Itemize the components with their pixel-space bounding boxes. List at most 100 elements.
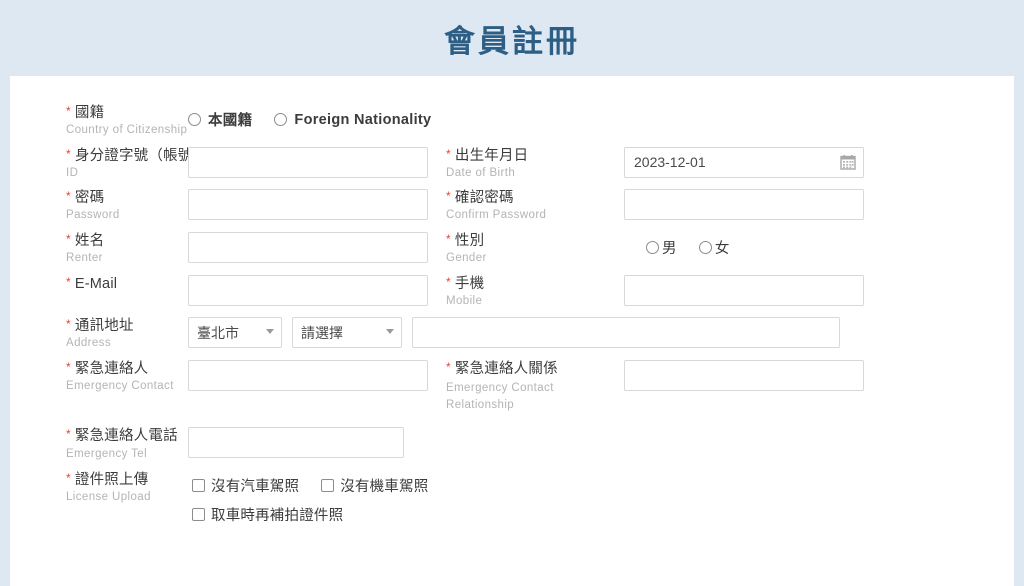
- field-emergency-tel: [188, 427, 404, 459]
- row-address: * 通訊地址 Address 臺北市 請選擇: [10, 317, 1014, 351]
- row-name-gender: * 姓名 Renter * 性別 Gender 男 女: [10, 232, 1014, 266]
- label-password-zh: 密碼: [74, 190, 105, 207]
- form-card: * 國籍 Country of Citizenship 本國籍 Foreign N…: [10, 76, 1014, 586]
- label-nationality: * 國籍 Country of Citizenship: [10, 104, 188, 138]
- required-asterisk: *: [446, 360, 451, 375]
- checkbox-square-icon: [192, 508, 205, 522]
- id-input[interactable]: [188, 146, 428, 178]
- label-address: * 通訊地址 Address: [10, 317, 188, 351]
- email-input[interactable]: [188, 274, 428, 306]
- registration-form: * 國籍 Country of Citizenship 本國籍 Foreign N…: [10, 76, 1014, 533]
- required-asterisk: *: [66, 360, 71, 375]
- radio-gender-male[interactable]: 男: [646, 237, 677, 258]
- label-address-en: Address: [66, 337, 111, 350]
- address-district-select[interactable]: 請選擇: [292, 317, 402, 349]
- radio-local-nationality[interactable]: 本國籍: [188, 109, 252, 130]
- emergency-tel-input[interactable]: [188, 427, 404, 459]
- required-asterisk: *: [66, 317, 71, 332]
- address-district-select-wrap: 請選擇: [292, 317, 402, 349]
- radio-gender-female[interactable]: 女: [698, 237, 730, 258]
- field-name: [188, 232, 428, 264]
- row-emergency-tel: * 緊急連絡人電話 Emergency Tel: [10, 427, 1014, 461]
- label-emergency-relationship: * 緊急連絡人關係 Emergency Contact Relationship: [446, 360, 616, 413]
- label-emergency-tel: * 緊急連絡人電話 Emergency Tel: [10, 427, 188, 461]
- gender-radio-group: 男 女: [646, 232, 730, 258]
- label-email: * E-Mail: [10, 275, 188, 293]
- license-checkbox-group: 沒有汽車駕照 沒有機車駕照 取車時再補拍證件照: [192, 471, 450, 533]
- label-emergency-contact-en: Emergency Contact: [66, 380, 174, 393]
- radio-circle-icon: [698, 241, 712, 255]
- address-city-select[interactable]: 臺北市: [188, 317, 282, 349]
- license-checkbox-line-1: 沒有汽車駕照 沒有機車駕照: [192, 475, 450, 496]
- label-emergency-tel-en: Emergency Tel: [66, 447, 148, 460]
- required-asterisk: *: [66, 471, 71, 486]
- row-password: * 密碼 Password * 確認密碼 Confirm Password: [10, 189, 1014, 223]
- date-of-birth-input[interactable]: [624, 146, 864, 178]
- label-birth: * 出生年月日 Date of Birth: [446, 147, 624, 181]
- row-id-birth: * 身分證字號（帳號） ID * 出生年月日 Date of Birth: [10, 146, 1014, 181]
- label-emergency-relationship-zh: 緊急連絡人關係: [454, 361, 558, 378]
- label-password: * 密碼 Password: [10, 189, 188, 223]
- label-address-zh: 通訊地址: [74, 318, 134, 335]
- row-emergency-contact: * 緊急連絡人 Emergency Contact * 緊急連絡人關係 Emerge…: [10, 360, 1014, 413]
- label-emergency-tel-zh: 緊急連絡人電話: [74, 428, 178, 445]
- license-checkbox-line-2: 取車時再補拍證件照: [192, 504, 450, 525]
- checkbox-no-car-license[interactable]: 沒有汽車駕照: [192, 475, 299, 496]
- page-header: 會員註冊: [0, 0, 1024, 76]
- required-asterisk: *: [66, 189, 71, 204]
- field-emergency-relationship: [624, 360, 864, 392]
- label-name-en: Renter: [66, 252, 103, 265]
- label-gender-en: Gender: [446, 252, 487, 265]
- checkbox-square-icon: [321, 479, 335, 493]
- field-emergency-contact: [188, 360, 428, 392]
- required-asterisk: *: [66, 427, 71, 442]
- label-confirm-password-zh: 確認密碼: [454, 190, 514, 207]
- field-birth: [624, 146, 864, 178]
- emergency-contact-input[interactable]: [188, 360, 428, 392]
- radio-gender-female-label: 女: [714, 241, 730, 258]
- checkbox-no-motorcycle-license[interactable]: 沒有機車駕照: [321, 475, 428, 496]
- label-confirm-password: * 確認密碼 Confirm Password: [446, 189, 624, 223]
- checkbox-photo-at-pickup[interactable]: 取車時再補拍證件照: [192, 504, 343, 525]
- radio-circle-icon: [646, 241, 659, 255]
- row-email-mobile: * E-Mail * 手機 Mobile: [10, 274, 1014, 309]
- radio-gender-male-label: 男: [662, 241, 677, 258]
- mobile-input[interactable]: [624, 274, 864, 306]
- field-password: [188, 189, 428, 221]
- required-asterisk: *: [66, 146, 71, 161]
- name-input[interactable]: [188, 232, 428, 264]
- label-license-upload: * 證件照上傳 License Upload: [10, 471, 188, 505]
- checkbox-square-icon: [192, 479, 205, 493]
- label-gender-zh: 性別: [454, 233, 485, 250]
- confirm-password-input[interactable]: [624, 189, 864, 221]
- field-confirm-password: [624, 189, 864, 221]
- required-asterisk: *: [66, 104, 71, 118]
- emergency-relationship-input[interactable]: [624, 360, 864, 392]
- label-password-en: Password: [66, 209, 120, 222]
- label-name: * 姓名 Renter: [10, 232, 188, 266]
- radio-foreign-nationality[interactable]: Foreign Nationality: [274, 112, 431, 128]
- nationality-radio-group: 本國籍 Foreign Nationality: [188, 104, 431, 130]
- label-birth-zh: 出生年月日: [454, 147, 529, 164]
- label-birth-en: Date of Birth: [446, 166, 516, 179]
- label-email-zh: E-Mail: [74, 275, 118, 292]
- label-emergency-relationship-en: Emergency Contact Relationship: [446, 382, 554, 411]
- address-city-select-wrap: 臺北市: [188, 317, 282, 349]
- required-asterisk: *: [66, 232, 71, 247]
- page-title: 會員註冊: [444, 23, 580, 59]
- label-mobile-zh: 手機: [454, 275, 485, 292]
- label-mobile-en: Mobile: [446, 294, 483, 307]
- label-name-zh: 姓名: [74, 233, 105, 250]
- label-emergency-contact-zh: 緊急連絡人: [74, 361, 149, 378]
- checkbox-no-car-license-label: 沒有汽車駕照: [211, 479, 300, 496]
- label-nationality-en: Country of Citizenship: [66, 124, 188, 137]
- row-license-upload: * 證件照上傳 License Upload 沒有汽車駕照 沒有機車駕照 取車時…: [10, 471, 1014, 533]
- label-license-upload-en: License Upload: [66, 491, 151, 504]
- required-asterisk: *: [66, 274, 71, 289]
- address-detail-input[interactable]: [412, 317, 840, 349]
- password-input[interactable]: [188, 189, 428, 221]
- field-email: [188, 274, 428, 306]
- required-asterisk: *: [446, 189, 451, 204]
- label-nationality-zh: 國籍: [74, 105, 105, 121]
- label-id-en: ID: [66, 166, 79, 179]
